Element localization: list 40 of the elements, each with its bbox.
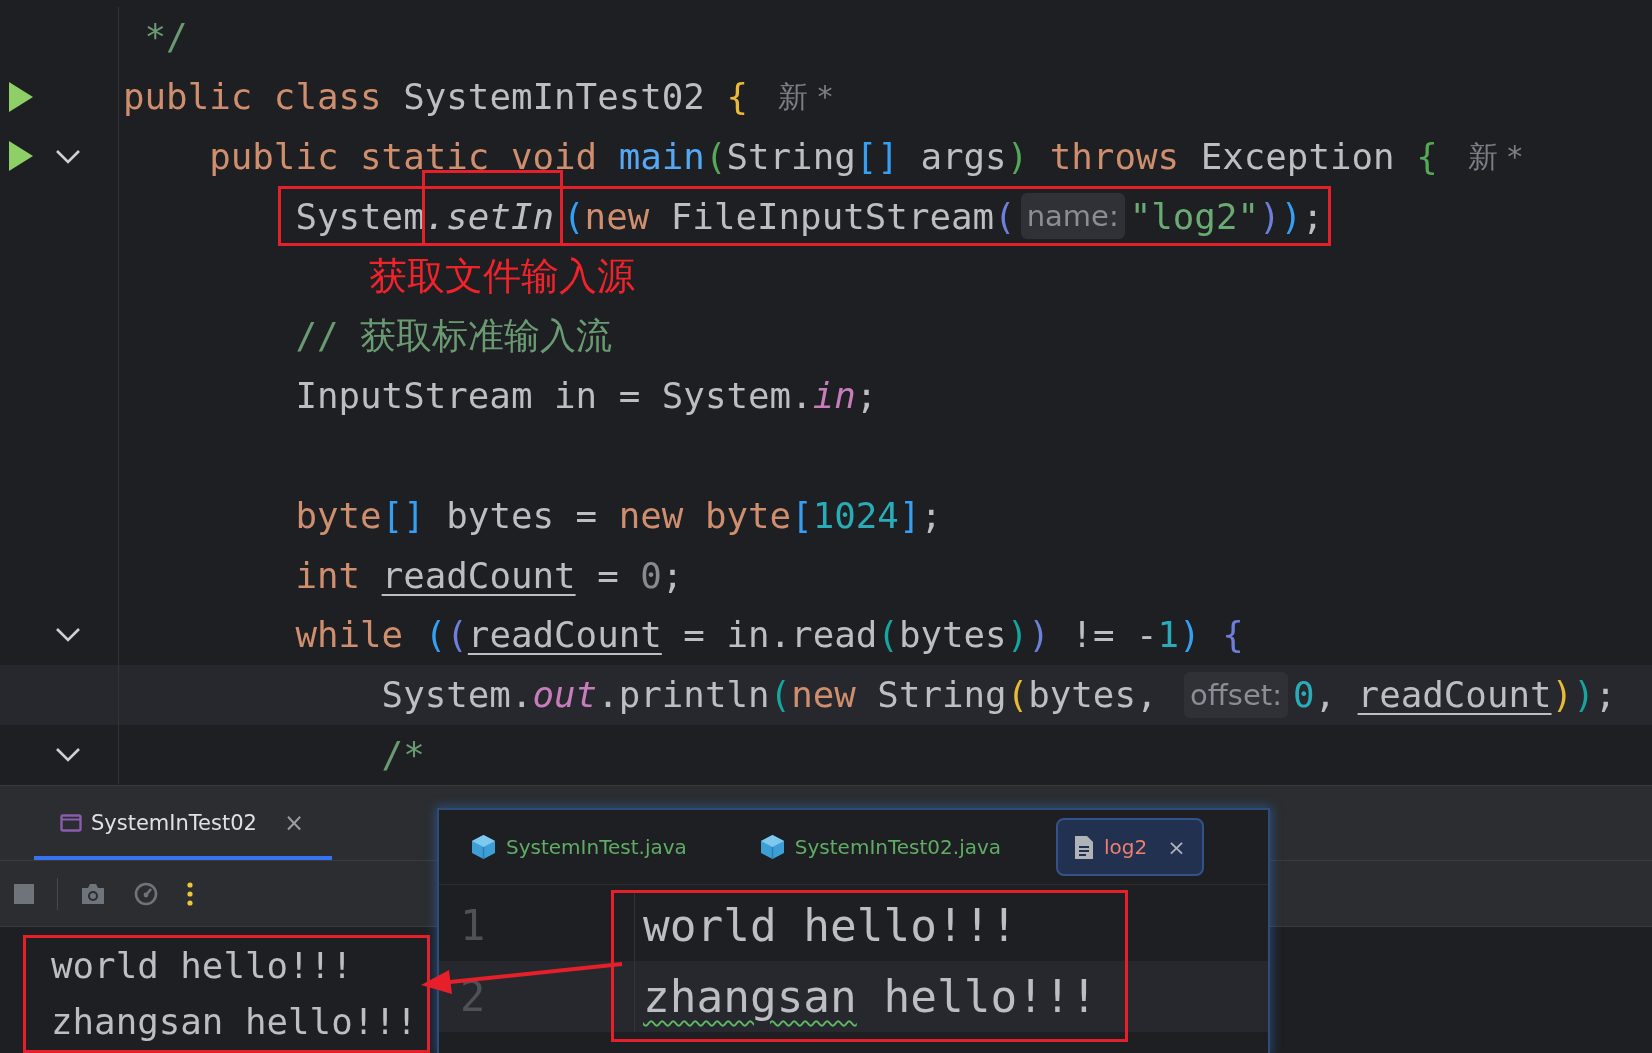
- window-icon: [60, 814, 82, 832]
- inlay-hint: offset:: [1184, 671, 1288, 718]
- code-text: InputStream in = System.in;: [295, 374, 878, 419]
- gauge-icon[interactable]: [134, 881, 158, 906]
- file-icon: [1074, 834, 1095, 860]
- inlay-hint: name:: [1020, 193, 1125, 240]
- author-hint: 新 *: [1467, 138, 1523, 176]
- code-text: byte[] bytes = new byte[1024];: [295, 493, 943, 538]
- close-button[interactable]: ×: [1167, 834, 1186, 860]
- editor-tab[interactable]: log2 ×: [1056, 818, 1204, 876]
- close-button[interactable]: ×: [283, 809, 304, 837]
- more-icon[interactable]: [186, 881, 194, 906]
- code-text: (new FileInputStream(: [563, 194, 1016, 239]
- editor-tab[interactable]: SystemInTest02.java: [741, 818, 1020, 876]
- text-line: world hello!!!: [642, 899, 1018, 953]
- code-text: "log2"));: [1129, 194, 1324, 239]
- cube-icon: [759, 834, 785, 860]
- editor-tab[interactable]: SystemInTest.java: [453, 818, 705, 876]
- stop-icon[interactable]: [13, 882, 35, 905]
- code-text: int readCount = 0;: [295, 553, 684, 598]
- fold-chevron-icon[interactable]: [55, 627, 81, 643]
- cube-icon: [471, 834, 496, 860]
- code-text: while ((readCount = in.read(bytes)) != -1) {: [295, 613, 1244, 658]
- camera-icon[interactable]: [80, 882, 106, 905]
- run-tab[interactable]: SystemInTest02 ×: [34, 786, 332, 860]
- console-line: world hello!!!: [51, 944, 354, 988]
- code-text: public class SystemInTest02 {: [123, 75, 748, 120]
- annotation-text: 获取文件输入源: [369, 252, 636, 300]
- code-text: System.out.println(new String(bytes,: [381, 673, 1159, 718]
- code-text: // 获取标准输入流: [295, 314, 613, 359]
- console-line: zhangsan hello!!!: [51, 1000, 419, 1044]
- fold-chevron-icon[interactable]: [55, 746, 81, 762]
- author-hint: 新 *: [778, 78, 833, 117]
- code-text: /*: [381, 732, 425, 777]
- text-line: zhangsan hello!!!: [642, 970, 1098, 1024]
- run-icon[interactable]: [8, 80, 34, 113]
- code-text: */: [143, 15, 188, 60]
- fold-chevron-icon[interactable]: [55, 149, 81, 164]
- code-text: 0, readCount));: [1292, 673, 1617, 718]
- run-icon[interactable]: [8, 140, 34, 173]
